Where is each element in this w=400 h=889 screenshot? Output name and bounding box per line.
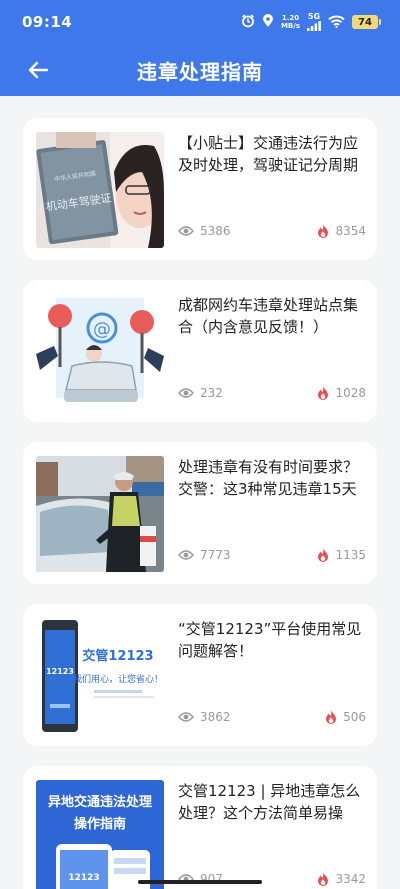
- thumb-line1: 异地交通违法处理: [48, 794, 152, 810]
- thumb-app-name: 交管12123: [82, 648, 153, 664]
- status-bar: 09:14 1.20 MB/s 5G 74: [0, 0, 400, 44]
- article-meta: 5386 8354: [178, 224, 366, 238]
- back-button[interactable]: [22, 54, 54, 86]
- article-card[interactable]: 12123 交管12123 我们用心，让您省心！ “交管12123”平台使用常见…: [23, 604, 377, 746]
- hot-count-value: 1135: [335, 548, 366, 562]
- flame-icon: [326, 710, 337, 724]
- ride-hailing-illustration-icon: @: [36, 294, 164, 410]
- view-count: 3862: [178, 710, 231, 724]
- eye-icon: [178, 388, 194, 398]
- article-card[interactable]: 异地交通违法处理 操作指南 12123 交管12123 | 异地违章怎么处理？这…: [23, 766, 377, 889]
- svg-text:12123: 12123: [68, 873, 99, 883]
- article-title: 成都网约车违章处理站点集合（内含意见反馈！）: [178, 296, 359, 336]
- article-title: 【小贴士】交通违法行为应及时处理，驾驶证记分周期: [178, 134, 359, 174]
- article-title: 处理违章有没有时间要求？交警：这3种常见违章15天: [178, 458, 359, 498]
- view-count-value: 3862: [200, 710, 231, 724]
- alarm-icon: [241, 13, 255, 32]
- status-icons: 1.20 MB/s 5G 74: [241, 13, 381, 32]
- app-12123-banner-icon: 12123 交管12123 我们用心，让您省心！: [36, 618, 164, 734]
- hot-count: 1135: [317, 548, 366, 562]
- hot-count-value: 1028: [335, 386, 366, 400]
- article-meta: 232 1028: [178, 386, 366, 400]
- eye-icon: [178, 550, 194, 560]
- view-count-value: 5386: [200, 224, 231, 238]
- view-count: 5386: [178, 224, 231, 238]
- flame-icon: [318, 224, 329, 238]
- license-photo-icon: 中华人民共和国 机动车驾驶证: [36, 132, 164, 248]
- flame-icon: [318, 548, 329, 562]
- article-title: “交管12123”平台使用常见问题解答！: [178, 620, 362, 660]
- hot-count: 1028: [317, 386, 366, 400]
- status-time: 09:14: [22, 13, 73, 31]
- article-thumbnail: 中华人民共和国 机动车驾驶证: [36, 132, 164, 248]
- view-count-value: 232: [200, 386, 223, 400]
- view-count-value: 7773: [200, 548, 231, 562]
- hot-count: 3342: [317, 872, 366, 886]
- hot-count-value: 506: [343, 710, 366, 724]
- article-meta: 7773 1135: [178, 548, 366, 562]
- hot-count: 506: [325, 710, 366, 724]
- hot-count-value: 3342: [335, 872, 366, 886]
- svg-text:12123: 12123: [46, 667, 74, 676]
- location-icon: [262, 13, 274, 32]
- network-type-label: 5G: [307, 12, 321, 21]
- page-title: 违章处理指南: [137, 59, 263, 84]
- flame-icon: [318, 872, 329, 886]
- net-speed-unit: MB/s: [280, 22, 300, 30]
- hot-count-value: 8354: [335, 224, 366, 238]
- view-count: 7773: [178, 548, 231, 562]
- remote-violation-banner-icon: 异地交通违法处理 操作指南 12123: [36, 780, 164, 889]
- article-thumbnail: @: [36, 294, 164, 410]
- article-thumbnail: 异地交通违法处理 操作指南 12123: [36, 780, 164, 889]
- svg-text:@: @: [93, 319, 111, 340]
- title-bar: 违章处理指南: [0, 48, 400, 92]
- signal-bars-icon: [307, 21, 321, 31]
- home-indicator[interactable]: [138, 880, 262, 884]
- article-title: 交管12123 | 异地违章怎么处理？这个方法简单易操: [178, 782, 361, 822]
- thumb-slogan: 我们用心，让您省心！: [73, 673, 163, 685]
- battery-indicator: 74: [352, 15, 381, 29]
- back-arrow-icon: [28, 61, 49, 79]
- article-meta: 3862 506: [178, 710, 366, 724]
- flame-icon: [318, 386, 329, 400]
- cellular-signal: 5G: [307, 13, 321, 31]
- article-thumbnail: 12123 交管12123 我们用心，让您省心！: [36, 618, 164, 734]
- app-header: 09:14 1.20 MB/s 5G 74 违章处理指南: [0, 0, 400, 96]
- wifi-icon: [328, 13, 345, 32]
- traffic-police-photo-icon: [36, 456, 164, 572]
- net-speed: 1.20 MB/s: [281, 14, 300, 30]
- hot-count: 8354: [317, 224, 366, 238]
- article-thumbnail: [36, 456, 164, 572]
- eye-icon: [178, 712, 194, 722]
- thumb-line2: 操作指南: [74, 816, 126, 832]
- eye-icon: [178, 226, 194, 236]
- article-card[interactable]: 中华人民共和国 机动车驾驶证 【小贴士】交通违法行为应及时处理，驾驶证记分周期 …: [23, 118, 377, 260]
- article-card[interactable]: 处理违章有没有时间要求？交警：这3种常见违章15天 7773 1135: [23, 442, 377, 584]
- net-speed-value: 1.20: [281, 14, 300, 22]
- article-card[interactable]: @ 成都网约车违章处理站点集合（内含意见反馈！） 232 1028: [23, 280, 377, 422]
- view-count: 232: [178, 386, 223, 400]
